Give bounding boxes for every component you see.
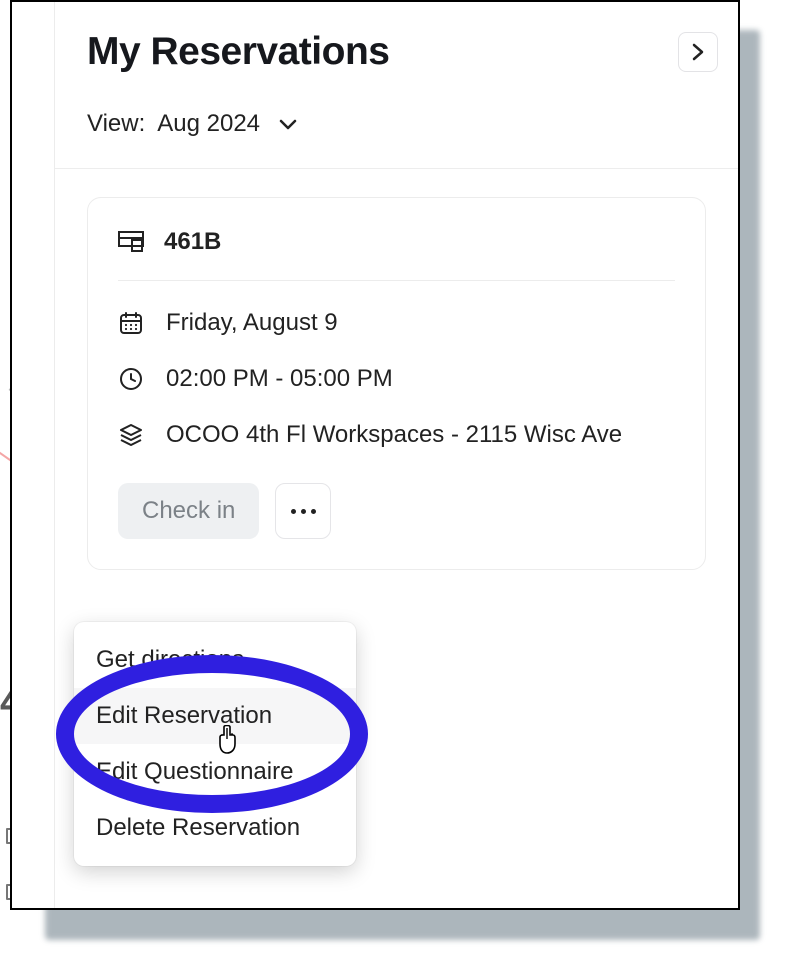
reservation-time: 02:00 PM - 05:00 PM xyxy=(166,365,393,393)
more-actions-button[interactable] xyxy=(275,483,331,539)
chevron-down-icon xyxy=(278,117,298,131)
view-label: View: xyxy=(87,110,145,138)
reservation-location: OCOO 4th Fl Workspaces - 2115 Wisc Ave xyxy=(166,421,622,449)
desk-icon xyxy=(118,229,144,255)
menu-delete-reservation[interactable]: Delete Reservation xyxy=(74,800,356,856)
clock-icon xyxy=(118,366,144,392)
layers-icon xyxy=(118,422,144,448)
menu-edit-reservation[interactable]: Edit Reservation xyxy=(74,688,356,744)
reservation-card: 461B Friday, August 9 02:00 PM - 05:00 P… xyxy=(87,197,706,570)
ellipsis-icon xyxy=(291,509,296,514)
collapse-button[interactable] xyxy=(678,32,718,72)
page-title: My Reservations xyxy=(87,30,389,74)
more-actions-menu: Get directions Edit Reservation Edit Que… xyxy=(74,622,356,866)
view-selector[interactable]: View: Aug 2024 xyxy=(55,74,738,169)
view-value: Aug 2024 xyxy=(157,110,260,138)
checkin-button[interactable]: Check in xyxy=(118,483,259,539)
room-name: 461B xyxy=(164,228,221,256)
menu-get-directions[interactable]: Get directions xyxy=(74,632,356,688)
reservation-date: Friday, August 9 xyxy=(166,309,338,337)
menu-edit-questionnaire[interactable]: Edit Questionnaire xyxy=(74,744,356,800)
calendar-icon xyxy=(118,310,144,336)
chevron-right-icon xyxy=(691,43,705,61)
